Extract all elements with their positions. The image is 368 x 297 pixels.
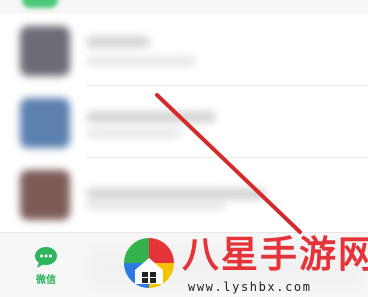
chat-name-blurred [86,36,150,48]
chat-preview-blurred [86,128,182,138]
top-green-element [22,0,58,8]
chat-list-item[interactable] [0,14,368,86]
chat-name-blurred [86,111,216,123]
status-strip [0,0,368,14]
chat-name-blurred [86,188,266,200]
chat-preview-blurred [86,200,226,210]
chat-list[interactable] [0,14,368,232]
avatar [20,26,70,76]
bottom-nav-blurred-area [90,247,360,287]
chat-bubble-icon [35,247,57,268]
chat-preview-blurred [86,56,196,66]
avatar [20,98,70,148]
bottom-nav-bar: 微信 [0,232,368,297]
phone-screen: 微信 八星手游网 www.lyshbx.com [0,0,368,297]
chat-list-item[interactable] [0,158,368,230]
avatar [20,170,70,220]
tab-chats[interactable]: 微信 [16,245,76,293]
tab-chats-label: 微信 [36,275,56,286]
chat-list-item[interactable] [0,86,368,158]
